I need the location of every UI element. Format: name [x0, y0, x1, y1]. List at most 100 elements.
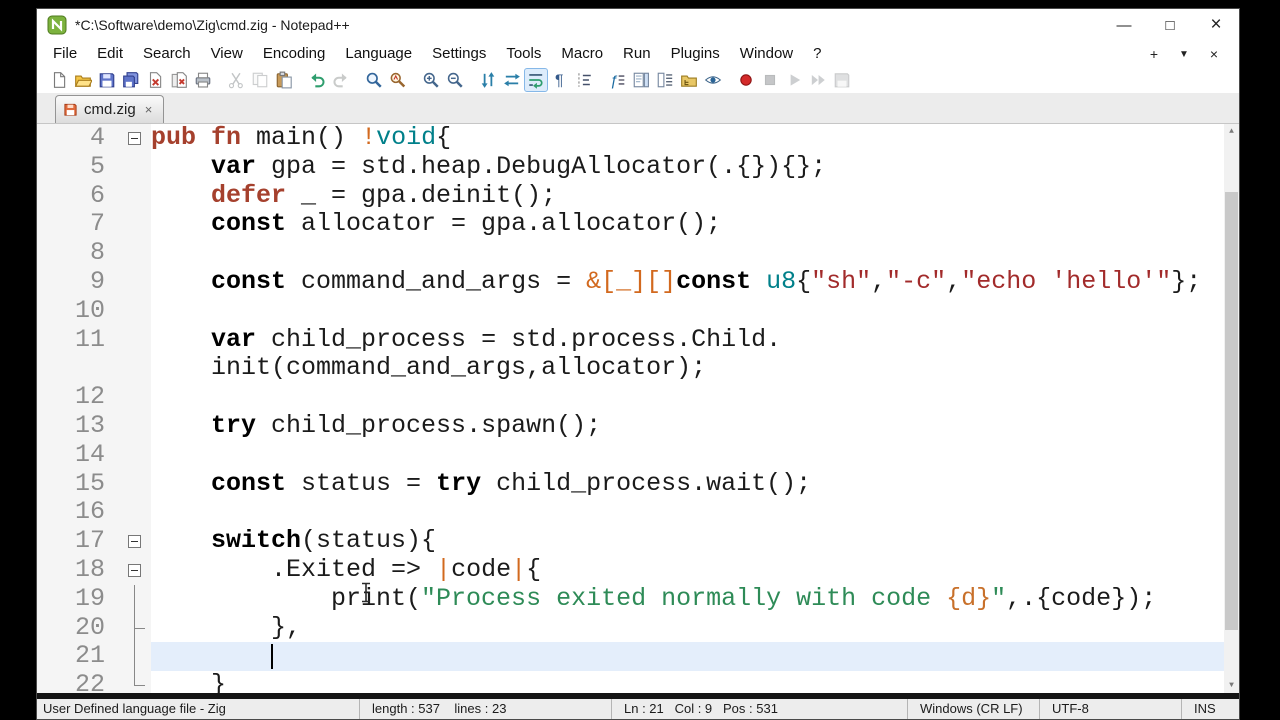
code-text[interactable]: var gpa = std.heap.DebugAllocator(.{}){}… [151, 152, 1224, 182]
fold-toggle[interactable] [117, 124, 151, 153]
status-cursor-position: Ln : 21 Col : 9 Pos : 531 [611, 699, 907, 719]
menubar-close-button[interactable]: × [1199, 46, 1229, 62]
folder-as-workspace-button[interactable] [677, 68, 701, 92]
document-list-button[interactable] [653, 68, 677, 92]
menu-help[interactable]: ? [803, 41, 831, 67]
editor[interactable]: 4 pub fn main() !void{5 var gpa = std.hea… [37, 124, 1239, 693]
zoom-out-icon [447, 72, 463, 88]
code-text[interactable]: } [151, 670, 1224, 693]
code-text[interactable] [151, 642, 1224, 672]
fold-margin [117, 642, 151, 672]
code-text[interactable]: try child_process.spawn(); [151, 411, 1224, 441]
menu-settings[interactable]: Settings [422, 41, 496, 67]
menu-edit[interactable]: Edit [87, 41, 133, 67]
menu-macro[interactable]: Macro [551, 41, 613, 67]
tab-close-button[interactable]: × [142, 102, 156, 118]
editor-line-12: 12 [37, 382, 1224, 412]
paste-button[interactable] [272, 68, 296, 92]
menu-window[interactable]: Window [730, 41, 803, 67]
code-text[interactable]: print("Process exited normally with code… [151, 584, 1224, 614]
statusbar: User Defined language file - Zig length … [37, 699, 1239, 719]
record-macro-icon [740, 74, 752, 86]
menu-language[interactable]: Language [335, 41, 422, 67]
code-text[interactable]: pub fn main() !void{ [151, 124, 1224, 153]
code-text[interactable] [151, 239, 1224, 268]
toolbar-group: ƒ [605, 68, 725, 92]
status-typing-mode[interactable]: INS [1181, 699, 1239, 719]
scroll-down-arrow-icon[interactable]: ▼ [1224, 678, 1239, 693]
code-text[interactable]: const command_and_args = &[_][]const u8{… [151, 267, 1224, 297]
status-encoding[interactable]: UTF-8 [1039, 699, 1181, 719]
show-all-characters-button[interactable]: ¶ [548, 68, 572, 92]
menubar-list-button[interactable]: ▼ [1169, 49, 1199, 60]
sync-horizontal-button[interactable] [500, 68, 524, 92]
new-file-button[interactable] [47, 68, 71, 92]
zoom-in-button[interactable] [419, 68, 443, 92]
code-text[interactable]: .Exited => |code|{ [151, 555, 1224, 585]
scroll-up-arrow-icon[interactable]: ▲ [1224, 124, 1239, 139]
menubar-plus-button[interactable]: + [1139, 46, 1169, 62]
record-macro-button[interactable] [734, 68, 758, 92]
editor-line-17: 17 switch(status){ [37, 526, 1224, 556]
code-text[interactable]: init(command_and_args,allocator); [151, 353, 1224, 383]
fold-margin [117, 152, 151, 182]
code-text[interactable]: const status = try child_process.wait(); [151, 469, 1224, 499]
word-wrap-icon [529, 74, 543, 89]
fold-toggle[interactable] [117, 527, 151, 556]
close-all-button[interactable] [167, 68, 191, 92]
line-number: 4 [37, 124, 117, 153]
editor-line-19: 19 print("Process exited normally with c… [37, 584, 1224, 614]
save-file-button[interactable] [95, 68, 119, 92]
code-text[interactable]: var child_process = std.process.Child. [151, 325, 1224, 355]
vertical-scrollbar[interactable]: ▲ ▼ [1224, 124, 1239, 693]
code-text[interactable] [151, 383, 1224, 412]
zoom-out-button[interactable] [443, 68, 467, 92]
close-button[interactable]: × [1193, 9, 1239, 41]
maximize-button[interactable]: □ [1147, 9, 1193, 41]
menu-encoding[interactable]: Encoding [253, 41, 336, 67]
minimize-button[interactable]: — [1101, 9, 1147, 41]
menu-plugins[interactable]: Plugins [661, 41, 730, 67]
code-text[interactable]: }, [151, 613, 1224, 643]
code-text[interactable] [151, 498, 1224, 527]
word-wrap-button[interactable] [524, 68, 548, 92]
menu-run[interactable]: Run [613, 41, 661, 67]
file-monitoring-button[interactable] [701, 68, 725, 92]
menu-file[interactable]: File [43, 41, 87, 67]
editor-line-6: 6 defer _ = gpa.deinit(); [37, 181, 1224, 211]
save-all-button[interactable] [119, 68, 143, 92]
scrollbar-thumb[interactable] [1225, 192, 1238, 630]
sync-vertical-button[interactable] [476, 68, 500, 92]
menu-view[interactable]: View [201, 41, 253, 67]
fold-margin [117, 440, 151, 470]
code-text[interactable]: defer _ = gpa.deinit(); [151, 181, 1224, 211]
status-doc-type: User Defined language file - Zig [43, 701, 226, 716]
text-caret [271, 644, 273, 670]
status-eol-format[interactable]: Windows (CR LF) [907, 699, 1039, 719]
code-text[interactable] [151, 297, 1224, 326]
play-macro-button [782, 68, 806, 92]
code-text[interactable]: switch(status){ [151, 526, 1224, 556]
indent-guide-button[interactable] [572, 68, 596, 92]
fold-margin [117, 383, 151, 412]
function-list-icon: ƒ [610, 74, 625, 89]
open-file-button[interactable] [71, 68, 95, 92]
editor-line-16: 16 [37, 498, 1224, 528]
fold-toggle[interactable] [117, 555, 151, 585]
toolbar-group [362, 68, 410, 92]
undo-button[interactable] [305, 68, 329, 92]
function-list-button[interactable]: ƒ [605, 68, 629, 92]
code-text[interactable] [151, 441, 1224, 470]
menu-tools[interactable]: Tools [496, 41, 551, 67]
fold-margin [117, 584, 151, 614]
replace-button[interactable] [386, 68, 410, 92]
code-text[interactable]: const allocator = gpa.allocator(); [151, 209, 1224, 239]
fold-margin [117, 498, 151, 528]
fold-margin [117, 613, 151, 643]
tab-cmd-zig[interactable]: cmd.zig × [55, 95, 165, 123]
print-button[interactable] [191, 68, 215, 92]
find-button[interactable] [362, 68, 386, 92]
menu-search[interactable]: Search [133, 41, 201, 67]
close-file-button[interactable] [143, 68, 167, 92]
document-map-button[interactable] [629, 68, 653, 92]
